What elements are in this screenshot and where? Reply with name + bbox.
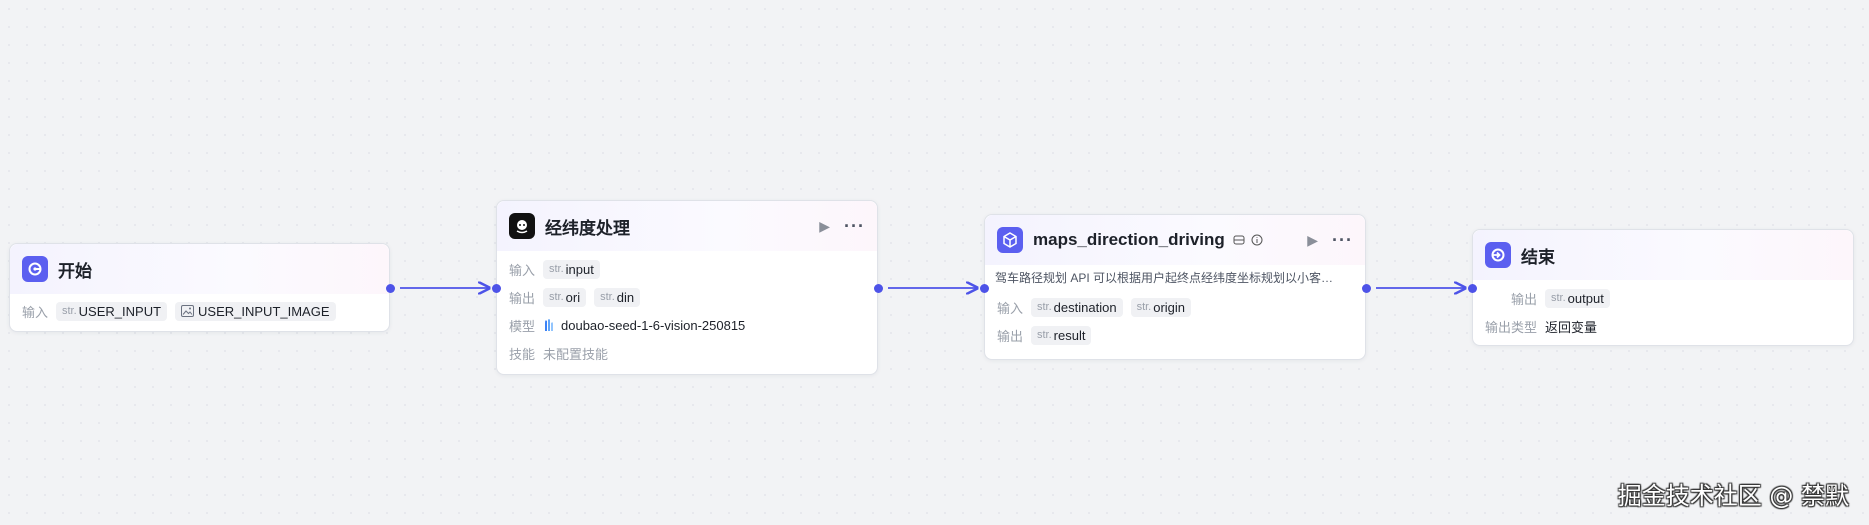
database-icon xyxy=(1233,235,1245,245)
llm-skill-row: 技能 未配置技能 xyxy=(497,339,877,367)
variable-tag: str. output xyxy=(1545,288,1610,308)
end-output-type-row: 输出类型 返回变量 xyxy=(1473,312,1853,340)
plugin-node-title: maps_direction_driving xyxy=(1033,230,1225,249)
plugin-description: 驾车路径规划 API 可以根据用户起终点经纬度坐标规划以小客… xyxy=(995,271,1334,285)
plugin-input-row: 输入 str. destination str. origin xyxy=(985,293,1365,321)
skill-label: 技能 xyxy=(509,346,536,362)
skill-value: 未配置技能 xyxy=(543,346,609,362)
output-label: 输出 xyxy=(997,328,1024,344)
more-icon[interactable]: ··· xyxy=(1332,230,1353,251)
llm-input-row: 输入 str. input xyxy=(497,255,877,283)
start-node-icon xyxy=(22,256,48,282)
plugin-node-header: maps_direction_driving ▶ ··· xyxy=(985,215,1365,265)
end-node-title: 结束 xyxy=(1521,247,1555,267)
llm-output-port[interactable] xyxy=(874,284,883,293)
variable-tag: USER_INPUT_IMAGE xyxy=(175,301,336,321)
run-icon[interactable]: ▶ xyxy=(819,218,830,235)
start-node-header: 开始 xyxy=(10,244,389,294)
output-type-label: 输出类型 xyxy=(1485,319,1538,335)
variable-tag: str. origin xyxy=(1130,297,1192,317)
variable-tag: str. ori xyxy=(543,287,587,307)
plugin-node[interactable]: maps_direction_driving ▶ ··· 驾车路径规划 API … xyxy=(984,214,1366,360)
llm-model-row: 模型 doubao-seed-1-6-vision-250815 xyxy=(497,311,877,339)
start-output-port[interactable] xyxy=(386,284,395,293)
doubao-model-icon xyxy=(545,319,553,331)
more-icon[interactable]: ··· xyxy=(844,216,865,237)
info-icon[interactable] xyxy=(1251,234,1263,246)
input-label: 输入 xyxy=(22,304,49,320)
output-label: 输出 xyxy=(1510,291,1537,307)
end-node-icon xyxy=(1485,242,1511,268)
variable-tag: str. USER_INPUT xyxy=(56,301,168,321)
llm-node[interactable]: 经纬度处理 ▶ ··· 输入 str. input 输出 str. ori str.… xyxy=(496,200,878,375)
variable-tag: str. din xyxy=(594,287,641,307)
run-icon[interactable]: ▶ xyxy=(1307,232,1318,249)
output-label: 输出 xyxy=(509,290,536,306)
llm-node-icon xyxy=(509,213,535,239)
start-node[interactable]: 开始 输入 str. USER_INPUT USER_INPUT_IMAGE xyxy=(9,243,390,332)
start-node-title: 开始 xyxy=(58,261,92,281)
llm-node-title: 经纬度处理 xyxy=(545,218,630,238)
model-name: doubao-seed-1-6-vision-250815 xyxy=(561,317,746,333)
start-node-input-row: 输入 str. USER_INPUT USER_INPUT_IMAGE xyxy=(10,294,389,328)
llm-node-header: 经纬度处理 ▶ ··· xyxy=(497,201,877,251)
end-output-row: 输出 str. output xyxy=(1473,284,1853,312)
variable-tag: str. destination xyxy=(1031,297,1123,317)
end-input-port[interactable] xyxy=(1468,284,1477,293)
plugin-cube-icon xyxy=(997,227,1023,253)
model-label: 模型 xyxy=(509,318,536,334)
image-icon xyxy=(181,305,195,317)
end-node-header: 结束 xyxy=(1473,230,1853,280)
plugin-input-port[interactable] xyxy=(980,284,989,293)
variable-tag: str. result xyxy=(1031,325,1092,345)
llm-input-port[interactable] xyxy=(492,284,501,293)
end-node[interactable]: 结束 输出 str. output 输出类型 返回变量 xyxy=(1472,229,1854,346)
input-label: 输入 xyxy=(509,262,536,278)
watermark: 掘金技术社区 @ 禁默 xyxy=(1617,482,1849,510)
output-type-value: 返回变量 xyxy=(1545,319,1598,335)
plugin-output-row: 输出 str. result xyxy=(985,321,1365,349)
variable-tag: str. input xyxy=(543,259,600,279)
input-label: 输入 xyxy=(997,300,1024,316)
plugin-output-port[interactable] xyxy=(1362,284,1371,293)
llm-output-row: 输出 str. ori str. din xyxy=(497,283,877,311)
